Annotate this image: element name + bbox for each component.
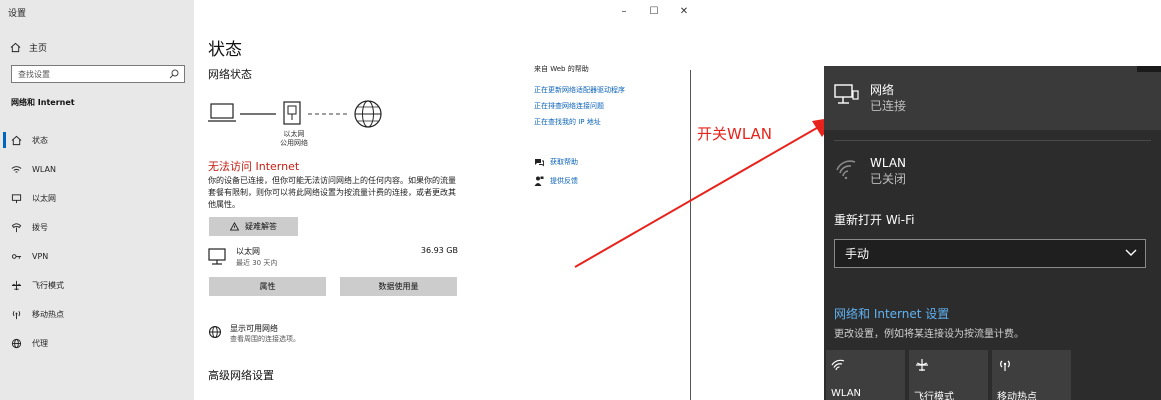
globe-icon — [354, 100, 382, 128]
search-box[interactable] — [11, 65, 185, 83]
section-title: 网络和 Internet — [11, 98, 75, 107]
vpn-icon — [11, 254, 22, 259]
sidebar-item-airplane[interactable]: 飞行模式 — [0, 271, 194, 300]
wlan-status: 已关闭 — [870, 172, 907, 186]
tile-label: WLAN — [831, 388, 862, 399]
window-title: 设置 — [8, 9, 27, 19]
tile-hotspot[interactable]: 移动热点 — [992, 350, 1071, 400]
search-icon[interactable] — [169, 69, 179, 79]
home-icon — [10, 42, 21, 52]
home-label: 主页 — [29, 43, 48, 54]
sidebar-item-wlan[interactable]: WLAN — [0, 155, 194, 184]
tile-wlan[interactable]: WLAN — [826, 350, 905, 400]
available-networks-sub: 查看周围的连接选项。 — [230, 335, 300, 343]
hotspot-icon — [12, 310, 21, 320]
ethernet-icon — [11, 194, 22, 204]
sidebar-item-label: VPN — [32, 252, 49, 261]
error-title: 无法访问 Internet — [208, 160, 300, 173]
network-diagram — [208, 100, 382, 128]
annotation-arrow — [574, 117, 836, 268]
tile-label: 移动热点 — [997, 392, 1037, 400]
sidebar-item-label: 代理 — [32, 339, 48, 348]
help-link-driver[interactable]: 正在更新网络适配器驱动程序 — [534, 85, 625, 95]
chat-help-icon — [535, 158, 544, 166]
ethernet-period: 最近 30 天内 — [236, 259, 278, 267]
chevron-down-icon — [1125, 249, 1137, 256]
sidebar: 设置 主页 网络和 Internet 状态 WLAN 以太网 — [0, 0, 194, 400]
network-name: 网络 — [870, 83, 895, 97]
available-networks-title: 显示可用网络 — [230, 324, 278, 333]
sidebar-item-label: 状态 — [32, 136, 48, 145]
properties-button[interactable]: 属性 — [209, 277, 326, 296]
sidebar-item-label: 拨号 — [32, 223, 48, 232]
hotspot-icon — [1000, 360, 1010, 371]
airplane-icon — [916, 359, 928, 371]
feedback-person-icon — [534, 176, 544, 186]
ethernet-usage-row: 以太网 最近 30 天内 36.93 GB — [208, 246, 458, 270]
wifi-off-icon — [836, 160, 856, 180]
tile-airplane[interactable]: 飞行模式 — [909, 350, 988, 400]
network-connection[interactable]: 网络 已连接 — [834, 83, 906, 115]
wifi-icon — [11, 166, 22, 173]
warning-icon — [230, 222, 239, 231]
ethernet-data-size: 36.93 GB — [420, 246, 458, 255]
wlan-name: WLAN — [870, 156, 907, 170]
network-flyout: 网络 已连接 WLAN 已关闭 重新打开 Wi-Fi 手动 网络和 Intern… — [824, 66, 1161, 400]
network-status-heading: 网络状态 — [208, 68, 252, 81]
search-input[interactable] — [18, 69, 168, 79]
tile-label: 飞行模式 — [914, 392, 954, 400]
close-button[interactable]: ✕ — [674, 4, 694, 18]
globe-network-icon — [208, 325, 222, 339]
sidebar-item-label: 飞行模式 — [32, 281, 64, 290]
sidebar-item-hotspot[interactable]: 移动热点 — [0, 300, 194, 329]
diagram-label: 以太网 公用网络 — [264, 130, 324, 148]
minimize-button[interactable]: – — [614, 4, 634, 18]
ethernet-monitor-icon — [834, 84, 859, 104]
sidebar-item-dialup[interactable]: 拨号 — [0, 213, 194, 242]
diagram-label-ethernet: 以太网 — [283, 130, 305, 138]
troubleshoot-label: 疑难解答 — [245, 222, 277, 231]
globe-icon — [11, 338, 22, 349]
page-title: 状态 — [208, 40, 242, 60]
ethernet-name: 以太网 — [236, 247, 260, 256]
diagram-label-public: 公用网络 — [280, 139, 308, 147]
home-status-icon — [11, 135, 22, 146]
network-settings-link[interactable]: 网络和 Internet 设置 — [834, 305, 949, 322]
window-controls: – ☐ ✕ — [614, 4, 694, 18]
network-settings-desc: 更改设置，例如将某连接设为按流量计费。 — [834, 329, 1024, 340]
sidebar-item-label: WLAN — [32, 165, 57, 174]
sidebar-item-proxy[interactable]: 代理 — [0, 329, 194, 358]
ethernet-monitor-icon — [208, 248, 226, 265]
dropdown-value: 手动 — [845, 247, 870, 261]
reopen-wifi-dropdown[interactable]: 手动 — [834, 239, 1146, 268]
help-title: 来自 Web 的帮助 — [534, 65, 589, 73]
home-link[interactable]: 主页 — [10, 38, 47, 56]
sidebar-item-status[interactable]: 状态 — [0, 126, 194, 155]
data-usage-button[interactable]: 数据使用量 — [340, 277, 457, 296]
advanced-network-heading: 高级网络设置 — [208, 369, 274, 382]
router-icon — [283, 101, 301, 125]
quick-action-tiles: WLAN 飞行模式 移动热点 — [826, 350, 1071, 400]
laptop-icon — [208, 103, 236, 122]
sidebar-nav: 状态 WLAN 以太网 拨号 VPN 飞行模式 移动热点 代理 — [0, 126, 194, 358]
sidebar-item-vpn[interactable]: VPN — [0, 242, 194, 271]
flyout-top-edge — [1137, 66, 1161, 72]
maximize-button[interactable]: ☐ — [644, 4, 664, 18]
sidebar-item-label: 以太网 — [32, 194, 56, 203]
wifi-icon — [831, 359, 845, 371]
sidebar-item-ethernet[interactable]: 以太网 — [0, 184, 194, 213]
error-description: 你的设备已连接，但你可能无法访问网络上的任何内容。如果你的流量套餐有限制，则你可… — [208, 176, 456, 209]
dialup-icon — [11, 223, 22, 233]
airplane-icon — [11, 280, 22, 291]
sidebar-item-label: 移动热点 — [32, 310, 64, 319]
reopen-wifi-label: 重新打开 Wi-Fi — [834, 213, 915, 227]
network-status: 已连接 — [870, 99, 907, 113]
troubleshoot-button[interactable]: 疑难解答 — [209, 217, 298, 236]
wlan-connection[interactable]: WLAN 已关闭 — [834, 156, 906, 188]
flyout-separator — [834, 140, 1151, 141]
